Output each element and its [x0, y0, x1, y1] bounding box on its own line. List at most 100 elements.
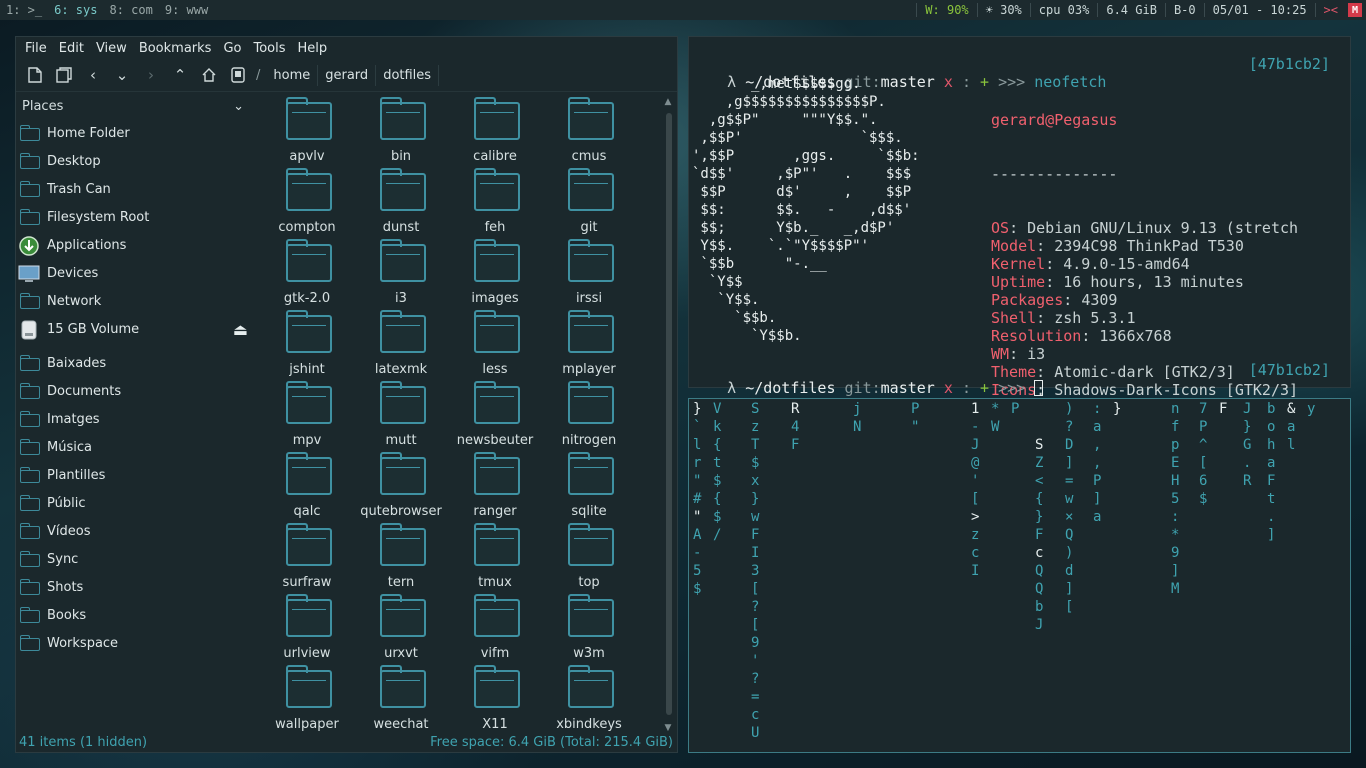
terminal-cmatrix[interactable]: } ` l r " # " A -5 $ Vk{t ${$ / Sz T $ x} w F I 3[?[9 '? = c U R 4… — [688, 398, 1351, 753]
matrix-glyph: c — [971, 545, 980, 561]
workspace-8[interactable]: 8: com — [103, 3, 158, 17]
network-icon[interactable]: >< — [1314, 3, 1346, 17]
folder-item[interactable]: top — [542, 520, 636, 591]
history-dropdown-icon[interactable]: ⌄ — [111, 64, 133, 86]
matrix-glyph: ? — [751, 671, 760, 687]
places-header[interactable]: Places ⌄ — [16, 93, 252, 119]
home-icon[interactable] — [198, 64, 220, 86]
info-value: 4309 — [1081, 291, 1118, 309]
scroll-up-icon[interactable]: ▲ — [663, 97, 673, 107]
workspace-6[interactable]: 6: sys — [48, 3, 103, 17]
menu-view[interactable]: View — [96, 41, 127, 56]
matrix-glyph: ] — [1065, 455, 1074, 471]
folder-item[interactable]: calibre — [448, 94, 542, 165]
terminal-neofetch[interactable]: λ ~/dotfiles git:master x : + >>> neofet… — [688, 36, 1351, 453]
bookmark-sync[interactable]: Sync — [16, 545, 252, 573]
folder-item[interactable]: xbindkeys — [542, 662, 636, 733]
folder-item[interactable]: apvlv — [260, 94, 354, 165]
place-trash-can[interactable]: Trash Can — [16, 175, 252, 203]
bookmark-plantilles[interactable]: Plantilles — [16, 461, 252, 489]
breadcrumb-dotfiles[interactable]: dotfiles — [376, 64, 440, 86]
menu-help[interactable]: Help — [298, 41, 328, 56]
menu-go[interactable]: Go — [223, 41, 241, 56]
folder-item[interactable]: qalc — [260, 449, 354, 520]
folder-item[interactable]: X11 — [448, 662, 542, 733]
matrix-glyph: A — [693, 527, 702, 543]
menu-edit[interactable]: Edit — [59, 41, 84, 56]
bookmark-public[interactable]: Públic — [16, 489, 252, 517]
brightness-status: ☀ 30% — [976, 3, 1030, 17]
scrollbar-thumb[interactable] — [666, 113, 672, 715]
new-tab-icon[interactable] — [24, 64, 46, 86]
bookmark-imatges[interactable]: Imatges — [16, 405, 252, 433]
place-devices[interactable]: Devices — [16, 259, 252, 287]
bookmark-musica[interactable]: Música — [16, 433, 252, 461]
workspace-9[interactable]: 9: www — [159, 3, 214, 17]
bookmark-shots[interactable]: Shots — [16, 573, 252, 601]
folder-item[interactable]: wallpaper — [260, 662, 354, 733]
places-header-label: Places — [22, 98, 64, 114]
place-15gb-volume[interactable]: 15 GB Volume ⏏ — [16, 315, 252, 343]
mail-icon[interactable]: M — [1348, 3, 1362, 17]
up-icon[interactable]: ⌃ — [169, 64, 191, 86]
folder-item[interactable]: mplayer — [542, 307, 636, 378]
bookmark-label: Baixades — [47, 355, 107, 371]
workspace-1[interactable]: 1: >_ — [0, 3, 48, 17]
folder-item[interactable]: urxvt — [354, 591, 448, 662]
folder-item[interactable]: mutt — [354, 378, 448, 449]
bookmark-workspace[interactable]: Workspace — [16, 629, 252, 657]
breadcrumb-home[interactable]: home — [266, 64, 319, 86]
place-home-folder[interactable]: Home Folder — [16, 119, 252, 147]
place-desktop[interactable]: Desktop — [16, 147, 252, 175]
folder-item[interactable]: latexmk — [354, 307, 448, 378]
place-filesystem-root[interactable]: Filesystem Root — [16, 203, 252, 231]
folder-item[interactable]: images — [448, 236, 542, 307]
folder-item[interactable]: urlview — [260, 591, 354, 662]
folder-item[interactable]: ranger — [448, 449, 542, 520]
folder-item[interactable]: sqlite — [542, 449, 636, 520]
folder-item[interactable]: bin — [354, 94, 448, 165]
matrix-glyph: { — [713, 491, 722, 507]
folder-item[interactable]: newsbeuter — [448, 378, 542, 449]
folder-item[interactable]: git — [542, 165, 636, 236]
folder-item[interactable]: qutebrowser — [354, 449, 448, 520]
breadcrumb-gerard[interactable]: gerard — [318, 64, 377, 86]
place-network[interactable]: Network — [16, 287, 252, 315]
menu-bookmarks[interactable]: Bookmarks — [139, 41, 212, 56]
info-key: Uptime — [991, 273, 1046, 291]
folder-item[interactable]: jshint — [260, 307, 354, 378]
forward-icon[interactable]: › — [140, 64, 162, 86]
folder-item[interactable]: vifm — [448, 591, 542, 662]
new-window-icon[interactable] — [53, 64, 75, 86]
back-icon[interactable]: ‹ — [82, 64, 104, 86]
folder-item[interactable]: feh — [448, 165, 542, 236]
eject-icon[interactable]: ⏏ — [233, 320, 248, 339]
info-separator: : — [1063, 291, 1082, 309]
folder-item[interactable]: tmux — [448, 520, 542, 591]
device-icon[interactable] — [227, 64, 249, 86]
folder-item[interactable]: i3 — [354, 236, 448, 307]
bookmark-videos[interactable]: Vídeos — [16, 517, 252, 545]
folder-item[interactable]: gtk-2.0 — [260, 236, 354, 307]
matrix-glyph: R — [791, 401, 800, 417]
folder-item[interactable]: nitrogen — [542, 378, 636, 449]
folder-item[interactable]: mpv — [260, 378, 354, 449]
scrollbar[interactable]: ▲ ▼ — [663, 97, 673, 733]
menu-file[interactable]: File — [25, 41, 47, 56]
folder-item[interactable]: compton — [260, 165, 354, 236]
bookmark-books[interactable]: Books — [16, 601, 252, 629]
folder-item[interactable]: cmus — [542, 94, 636, 165]
folder-item[interactable]: dunst — [354, 165, 448, 236]
menu-tools[interactable]: Tools — [253, 41, 285, 56]
folder-item[interactable]: less — [448, 307, 542, 378]
folder-item[interactable]: weechat — [354, 662, 448, 733]
folder-icon — [286, 665, 332, 708]
folder-item[interactable]: tern — [354, 520, 448, 591]
folder-item[interactable]: w3m — [542, 591, 636, 662]
place-applications[interactable]: Applications — [16, 231, 252, 259]
chevron-down-icon[interactable]: ⌄ — [233, 99, 244, 114]
folder-item[interactable]: surfraw — [260, 520, 354, 591]
folder-item[interactable]: irssi — [542, 236, 636, 307]
bookmark-documents[interactable]: Documents — [16, 377, 252, 405]
bookmark-baixades[interactable]: Baixades — [16, 349, 252, 377]
